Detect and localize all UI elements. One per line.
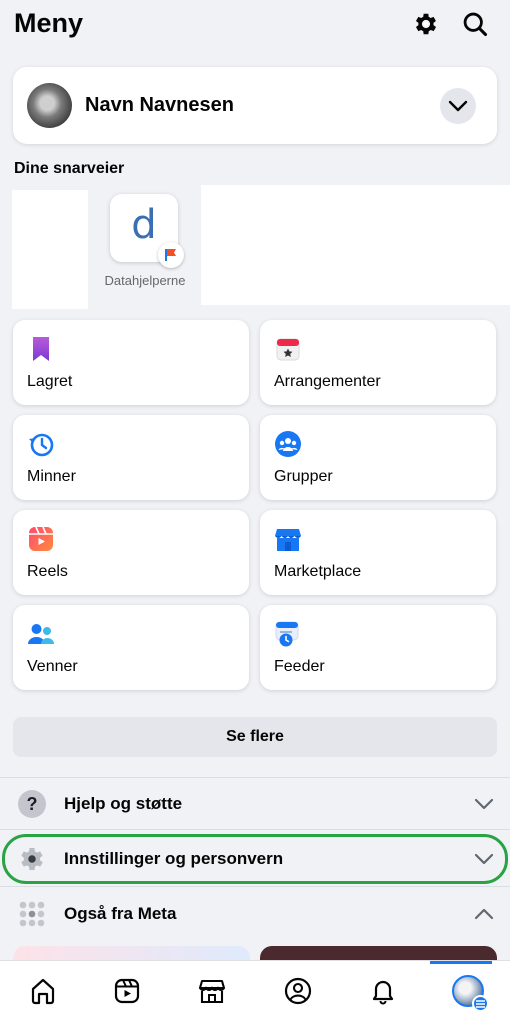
card-label: Arrangementer (274, 373, 381, 390)
header: Meny (0, 0, 510, 60)
help-support-row[interactable]: ? Hjelp og støtte (0, 780, 510, 828)
profile-icon[interactable] (282, 975, 314, 1007)
gear-icon[interactable] (411, 9, 441, 39)
chevron-down-icon (474, 798, 494, 810)
shortcut-tile[interactable]: d (110, 194, 184, 268)
chevron-down-icon (448, 100, 468, 112)
active-tab-indicator (430, 961, 492, 964)
memories-card[interactable]: Minner (13, 415, 249, 500)
search-icon[interactable] (460, 9, 490, 39)
reels-icon (27, 525, 55, 553)
menu-icon (472, 995, 489, 1012)
divider (0, 777, 510, 778)
page-title: Meny (14, 8, 84, 38)
card-label: Venner (27, 658, 78, 675)
chevron-up-icon (474, 908, 494, 920)
group-flag-icon (158, 242, 184, 268)
help-icon: ? (17, 789, 47, 819)
shortcut-name: Datahjelperne (104, 273, 186, 288)
shortcut-placeholder (201, 185, 510, 305)
shortcut-logo-letter: d (131, 202, 157, 248)
friends-card[interactable]: Venner (13, 605, 249, 690)
groups-icon (274, 430, 302, 458)
row-label: Hjelp og støtte (64, 794, 183, 813)
profile-card[interactable]: Navn Navnesen (13, 67, 497, 144)
marketplace-card[interactable]: Marketplace (260, 510, 496, 595)
saved-card[interactable]: Lagret (13, 320, 249, 405)
see-more-button[interactable]: Se flere (13, 717, 497, 757)
events-card[interactable]: Arrangementer (260, 320, 496, 405)
calendar-icon (274, 335, 302, 363)
video-icon[interactable] (111, 975, 143, 1007)
card-label: Lagret (27, 373, 73, 390)
bookmark-icon (27, 335, 55, 363)
card-label: Feeder (274, 658, 325, 675)
shortcuts-strip: d Datahjelperne (0, 184, 510, 309)
feeds-card[interactable]: Feeder (260, 605, 496, 690)
card-label: Reels (27, 563, 68, 580)
highlight-outline (2, 834, 508, 884)
shortcut-placeholder (12, 190, 88, 309)
divider (0, 829, 510, 830)
marketplace-icon[interactable] (196, 975, 228, 1007)
card-label: Minner (27, 468, 76, 485)
profile-name: Navn Navnesen (85, 94, 234, 116)
feeds-icon (274, 620, 302, 648)
also-from-meta-row[interactable]: Også fra Meta (0, 890, 510, 938)
avatar[interactable] (27, 83, 72, 128)
memories-icon (27, 430, 55, 458)
friends-icon (27, 620, 55, 648)
divider (0, 886, 510, 887)
menu-avatar-icon[interactable] (452, 975, 489, 1012)
avatar (452, 975, 489, 1012)
home-icon[interactable] (27, 975, 59, 1007)
reels-card[interactable]: Reels (13, 510, 249, 595)
svg-text:?: ? (27, 794, 38, 814)
notifications-icon[interactable] (367, 975, 399, 1007)
marketplace-icon (274, 525, 302, 553)
shortcuts-label: Dine snarveier (14, 160, 125, 177)
apps-grid-icon (17, 899, 47, 929)
card-label: Marketplace (274, 563, 362, 580)
expand-profiles-button[interactable] (440, 88, 476, 124)
groups-card[interactable]: Grupper (260, 415, 496, 500)
row-label: Også fra Meta (64, 904, 177, 923)
card-label: Grupper (274, 468, 333, 485)
bottom-nav (0, 960, 510, 1024)
